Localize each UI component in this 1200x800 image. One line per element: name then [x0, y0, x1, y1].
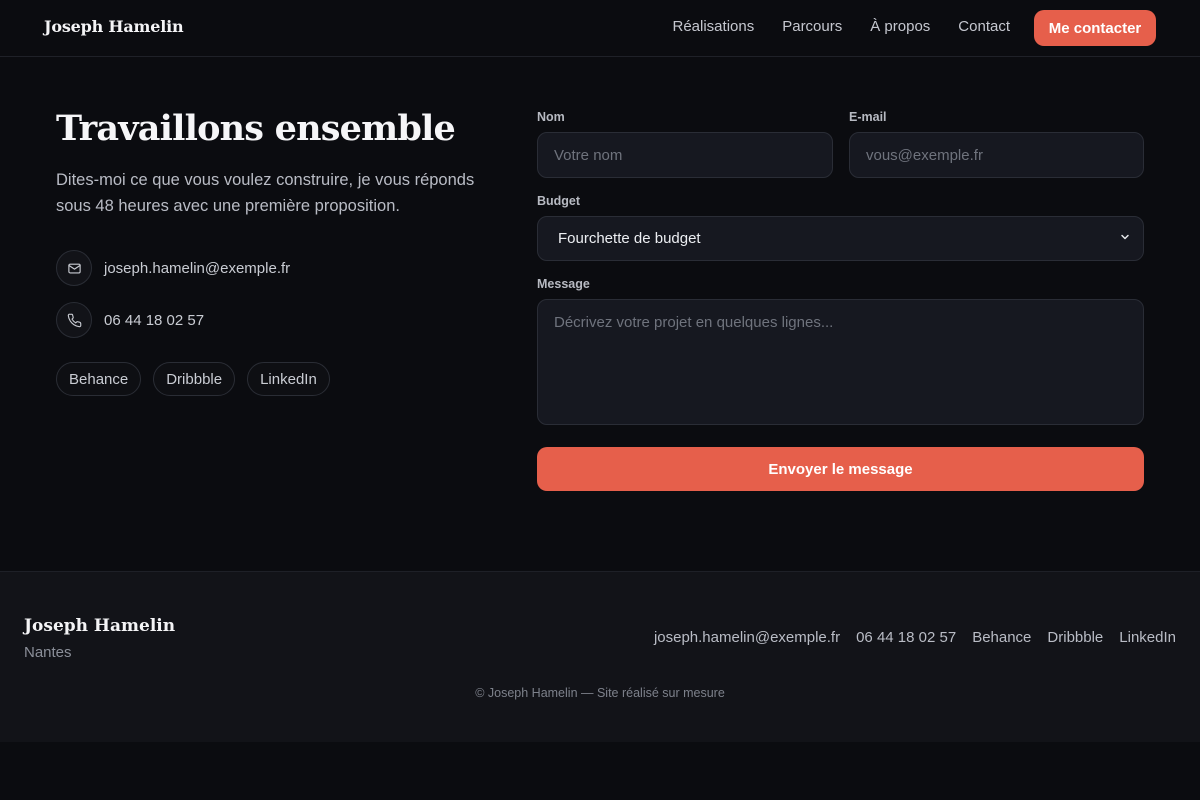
- email-label: E-mail: [849, 110, 887, 124]
- social-link-behance[interactable]: Behance: [56, 362, 142, 396]
- nav-link-parcours[interactable]: Parcours: [782, 18, 842, 35]
- message-label: Message: [537, 277, 590, 291]
- page-subtitle: Dites-moi ce que vous voulez construire,…: [56, 171, 475, 215]
- footer-link-phone[interactable]: 06 44 18 02 57: [856, 629, 956, 646]
- contact-phone-row[interactable]: 06 44 18 02 57: [56, 302, 204, 338]
- contact-phone-text: 06 44 18 02 57: [104, 311, 205, 329]
- footer-link-linkedin[interactable]: LinkedIn: [1119, 629, 1176, 646]
- contact-email-row[interactable]: joseph.hamelin@exemple.fr: [56, 250, 290, 286]
- footer-brand: Joseph Hamelin: [24, 616, 176, 636]
- contact-me-button[interactable]: Me contacter: [1034, 10, 1156, 46]
- footer-link-behance[interactable]: Behance: [972, 629, 1031, 646]
- footer-links: joseph.hamelin@exemple.fr 06 44 18 02 57…: [654, 629, 1176, 646]
- budget-select[interactable]: Fourchette de budget: [537, 216, 1144, 261]
- social-link-dribbble[interactable]: Dribbble: [153, 362, 236, 396]
- name-label: Nom: [537, 110, 565, 124]
- site-brand[interactable]: Joseph Hamelin: [44, 17, 184, 36]
- contact-email-text: joseph.hamelin@exemple.fr: [104, 259, 291, 277]
- site-footer: Joseph Hamelin Nantes joseph.hamelin@exe…: [0, 571, 1200, 742]
- footer-link-dribbble[interactable]: Dribbble: [1047, 629, 1103, 646]
- footer-link-email[interactable]: joseph.hamelin@exemple.fr: [654, 629, 840, 646]
- message-textarea[interactable]: [537, 299, 1144, 425]
- mail-icon: [56, 250, 92, 286]
- budget-selected-value: Fourchette de budget: [558, 230, 701, 247]
- top-navigation-bar: Joseph Hamelin Réalisations Parcours À p…: [0, 0, 1200, 57]
- phone-icon: [56, 302, 92, 338]
- footer-copyright: © Joseph Hamelin — Site réalisé sur mesu…: [475, 686, 725, 700]
- nav-link-contact[interactable]: Contact: [958, 18, 1010, 35]
- nav-link-a-propos[interactable]: À propos: [870, 18, 930, 35]
- name-input[interactable]: [537, 132, 833, 178]
- send-message-button[interactable]: Envoyer le message: [537, 447, 1144, 491]
- social-links: Behance Dribbble LinkedIn: [56, 362, 330, 396]
- email-input[interactable]: [849, 132, 1144, 178]
- nav-link-realisations[interactable]: Réalisations: [673, 18, 755, 35]
- chevron-down-icon: [1119, 230, 1131, 248]
- budget-label: Budget: [537, 194, 581, 208]
- main-nav: Réalisations Parcours À propos Contact: [673, 18, 1011, 35]
- social-link-linkedin[interactable]: LinkedIn: [247, 362, 330, 396]
- footer-city: Nantes: [24, 644, 72, 661]
- page-title: Travaillons ensemble: [56, 108, 456, 149]
